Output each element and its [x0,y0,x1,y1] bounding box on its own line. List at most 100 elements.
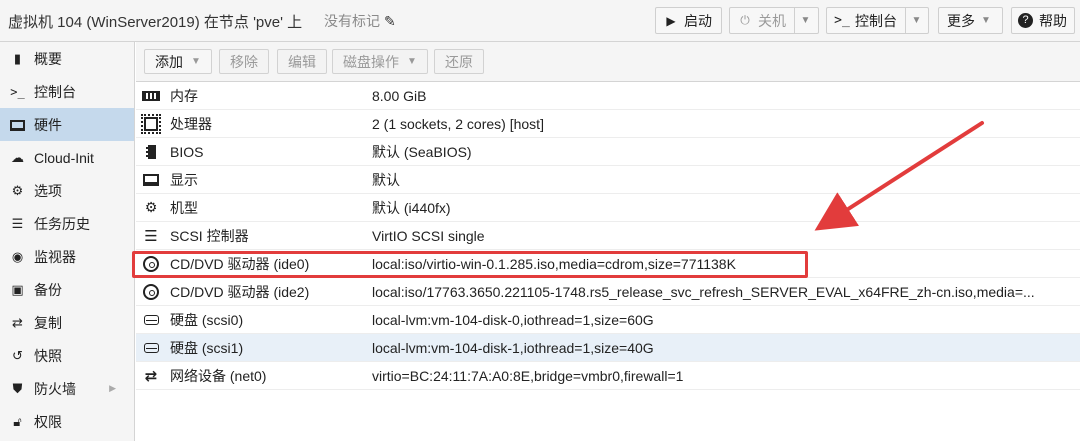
sidebar-item-label: 硬件 [34,116,62,133]
hardware-row-scsi-controller[interactable]: ☰ SCSI 控制器 VirtIO SCSI single [136,222,1080,250]
hardware-value: 2 (1 sockets, 2 cores) [host] [372,115,544,132]
cdrom-icon [138,255,164,272]
hardware-name: 硬盘 (scsi1) [170,339,244,356]
memory-icon [138,90,164,101]
sidebar-item-label: 选项 [34,182,62,199]
hardware-value: 默认 [372,171,400,188]
sidebar-item-replication[interactable]: ⇄ 复制 [0,306,134,339]
hardware-row-bios[interactable]: BIOS 默认 (SeaBIOS) [136,138,1080,166]
floppy-icon: ▣ [11,281,24,297]
cpu-icon [138,113,164,134]
hdd-icon [138,314,164,325]
exchange-icon: ⇄ [144,367,158,385]
revert-button[interactable]: 还原 [434,49,484,74]
hardware-value: 默认 (SeaBIOS) [372,143,472,160]
console-label: 控制台 [855,12,897,29]
sidebar-item-label: 备份 [34,281,62,298]
vm-header: 虚拟机 104 (WinServer2019) 在节点 'pve' 上 没有标记… [0,0,1080,42]
hardware-grid: 内存 8.00 GiB 处理器 2 (1 sockets, 2 cores) [… [136,82,1080,390]
book-icon: ▮ [13,50,22,66]
sidebar-item-task-history[interactable]: ☰ 任务历史 [0,207,134,240]
sidebar-item-backup[interactable]: ▣ 备份 [0,273,134,306]
console-button[interactable]: >_ 控制台 ▼ [826,7,929,34]
power-icon: ⏻ [740,13,750,27]
start-label: 启动 [684,12,712,29]
chevron-right-icon[interactable]: ▶ [109,383,116,394]
pencil-icon[interactable]: ✎ [384,13,396,30]
hardware-row-cdrom-ide0[interactable]: CD/DVD 驱动器 (ide0) local:iso/virtio-win-0… [136,250,1080,278]
sidebar-item-monitor[interactable]: ◉ 监视器 [0,240,134,273]
remove-button[interactable]: 移除 [219,49,269,74]
sidebar-item-summary[interactable]: ▮ 概要 [0,42,134,75]
hardware-value: local-lvm:vm-104-disk-0,iothread=1,size=… [372,311,654,328]
hardware-value: virtio=BC:24:11:7A:A0:8E,bridge=vmbr0,fi… [372,367,684,384]
sidebar-item-snapshots[interactable]: ↺ 快照 [0,339,134,372]
gears-icon: ⚙ [144,199,158,215]
help-label: 帮助 [1039,12,1067,29]
sidebar-item-label: Cloud-Init [34,149,94,166]
hardware-row-network-net0[interactable]: ⇄ 网络设备 (net0) virtio=BC:24:11:7A:A0:8E,b… [136,362,1080,390]
tags-area[interactable]: 没有标记 ✎ [324,11,396,31]
hardware-name: 硬盘 (scsi0) [170,311,244,328]
chevron-down-icon[interactable]: ▼ [794,8,816,33]
terminal-icon: >_ [10,84,25,99]
add-button[interactable]: 添加 ▼ [144,49,212,74]
hardware-toolbar: 添加 ▼ 移除 编辑 磁盘操作 ▼ 还原 [136,42,1080,82]
sidebar-item-label: 防火墙 [34,380,76,397]
microchip-icon [138,144,164,159]
hardware-value: local:iso/virtio-win-0.1.285.iso,media=c… [372,255,736,272]
hardware-name: BIOS [170,143,204,160]
sidebar-item-hardware[interactable]: 硬件 [0,108,134,141]
start-button[interactable]: ▶ 启动 [655,7,722,34]
hardware-value: VirtIO SCSI single [372,227,485,244]
hardware-row-processors[interactable]: 处理器 2 (1 sockets, 2 cores) [host] [136,110,1080,138]
sidebar-item-options[interactable]: ⚙ 选项 [0,174,134,207]
edit-button[interactable]: 编辑 [277,49,327,74]
hardware-row-display[interactable]: 显示 默认 [136,166,1080,194]
hardware-value: local-lvm:vm-104-disk-1,iothread=1,size=… [372,339,654,356]
hardware-row-disk-scsi1[interactable]: 硬盘 (scsi1) local-lvm:vm-104-disk-1,iothr… [136,334,1080,362]
shutdown-button[interactable]: ⏻ 关机 ▼ [729,7,819,34]
retweet-icon: ⇄ [12,314,23,330]
question-icon: ? [1018,13,1033,28]
sidebar-item-label: 概要 [34,50,62,67]
hardware-name: 机型 [170,199,198,216]
hdd-icon [138,342,164,353]
chevron-down-icon[interactable]: ▼ [905,8,927,33]
sidebar-item-label: 任务历史 [34,215,90,232]
sidebar-item-permissions[interactable]: 🔓︎ 权限 [0,405,134,438]
list-icon: ☰ [11,215,24,231]
history-icon: ↺ [12,347,23,363]
hardware-row-cdrom-ide2[interactable]: CD/DVD 驱动器 (ide2) local:iso/17763.3650.2… [136,278,1080,306]
shutdown-label: 关机 [758,12,786,29]
tags-label: 没有标记 [324,13,380,29]
terminal-icon: >_ [834,13,850,28]
eye-icon: ◉ [11,248,24,264]
hardware-value: 默认 (i440fx) [372,199,451,216]
sidebar-item-label: 控制台 [34,83,76,100]
sidebar-item-label: 监视器 [34,248,76,265]
help-button[interactable]: ? 帮助 [1011,7,1075,34]
hardware-value: 8.00 GiB [372,87,427,104]
hardware-name: 内存 [170,87,198,104]
play-icon: ▶ [666,13,676,28]
disk-action-label: 磁盘操作 [343,53,399,70]
edit-label: 编辑 [288,53,316,70]
sidebar-item-firewall[interactable]: ⛊ 防火墙 ▶ [0,372,134,405]
hardware-name: CD/DVD 驱动器 (ide0) [170,255,310,272]
more-button[interactable]: 更多 ▼ [938,7,1003,34]
sidebar-item-cloud-init[interactable]: ☁ Cloud-Init [0,141,134,174]
shield-icon: ⛊ [12,380,23,396]
revert-label: 还原 [445,53,473,70]
chevron-down-icon: ▼ [407,56,417,67]
hardware-row-machine[interactable]: ⚙ 机型 默认 (i440fx) [136,194,1080,222]
sidebar: ▮ 概要 >_ 控制台 硬件 ☁ Cloud-Init ⚙ 选项 ☰ 任务历史 … [0,42,135,441]
hardware-name: 网络设备 (net0) [170,367,267,384]
hardware-name: 处理器 [170,115,212,132]
sidebar-item-console[interactable]: >_ 控制台 [0,75,134,108]
disk-action-button[interactable]: 磁盘操作 ▼ [332,49,428,74]
sidebar-item-label: 快照 [34,347,62,364]
gear-icon: ⚙ [11,182,24,198]
hardware-row-memory[interactable]: 内存 8.00 GiB [136,82,1080,110]
hardware-row-disk-scsi0[interactable]: 硬盘 (scsi0) local-lvm:vm-104-disk-0,iothr… [136,306,1080,334]
